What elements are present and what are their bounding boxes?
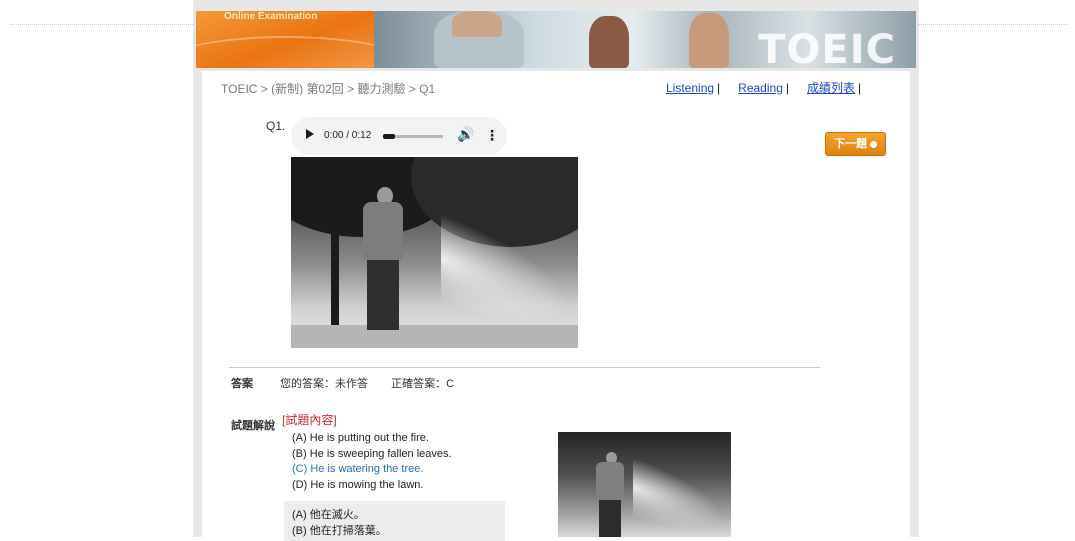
answer-row: 答案 您的答案：未作答 正確答案：C	[231, 375, 454, 391]
question-content-link[interactable]: [試題內容]	[282, 411, 337, 428]
next-question-label: 下一題	[834, 138, 867, 150]
arrow-right-icon	[870, 140, 877, 148]
breadcrumb: TOEIC > (新制) 第02回 > 聽力測驗 > Q1	[221, 82, 436, 96]
left-dotted-line	[10, 24, 193, 25]
option-c: (C) He is watering the tree.	[292, 463, 424, 475]
banner-person	[589, 16, 629, 68]
photo-ground	[291, 325, 578, 348]
toeic-logo: TOEIC	[758, 27, 896, 68]
play-icon[interactable]	[306, 129, 314, 139]
banner-title: Online Examination	[224, 11, 318, 22]
audio-time: 0:00 / 0:12	[324, 130, 372, 141]
page-container: Online Examination TOEIC TOEIC > (新制) 第0…	[193, 0, 919, 541]
your-answer: 您的答案：未作答	[280, 378, 369, 390]
top-nav: Listening | Reading | 成績列表 |	[666, 79, 861, 96]
photo-water-spray	[633, 457, 723, 537]
banner-swoosh	[196, 36, 374, 68]
volume-icon[interactable]: 🔊	[457, 126, 474, 143]
explanation-photo	[558, 432, 731, 537]
answer-options: (A) He is putting out the fire. (B) He i…	[292, 431, 452, 493]
translation-a: (A) 他在滅火。	[292, 509, 365, 521]
nav-separator: |	[785, 81, 789, 95]
question-number: Q1.	[266, 119, 286, 133]
section-divider	[229, 367, 820, 368]
banner-person-face	[452, 11, 502, 37]
nav-scores-link[interactable]: 成績列表	[807, 81, 855, 95]
answer-label: 答案	[231, 378, 253, 390]
header-banner: Online Examination TOEIC	[196, 11, 916, 68]
photo-man-legs	[367, 260, 399, 330]
next-question-button[interactable]: 下一題	[825, 132, 886, 156]
banner-orange-panel: Online Examination	[196, 11, 374, 68]
audio-seek-bar[interactable]	[383, 134, 443, 139]
option-b: (B) He is sweeping fallen leaves.	[292, 447, 452, 460]
photo-man-legs	[599, 500, 621, 537]
nav-separator: |	[858, 81, 862, 95]
exam-content: TOEIC > (新制) 第02回 > 聽力測驗 > Q1 Listening |…	[202, 71, 910, 541]
banner-person	[689, 13, 729, 68]
photo-man-body	[363, 202, 403, 262]
nav-reading-link[interactable]: Reading	[738, 81, 783, 95]
photo-tree-trunk	[331, 197, 339, 337]
right-dotted-line	[918, 24, 1068, 25]
explanation-label: 試題解說	[231, 420, 275, 432]
question-photo	[291, 157, 578, 348]
nav-separator: |	[717, 81, 721, 95]
audio-player: 0:00 / 0:12 🔊 ⋮	[291, 117, 507, 155]
option-d: (D) He is mowing the lawn.	[292, 478, 424, 491]
photo-man-body	[596, 462, 624, 502]
correct-answer: 正確答案：C	[391, 378, 455, 390]
more-options-icon[interactable]: ⋮	[485, 127, 499, 144]
nav-listening-link[interactable]: Listening	[666, 81, 714, 95]
option-a: (A) He is putting out the fire.	[292, 432, 429, 444]
audio-seek-thumb[interactable]	[383, 134, 395, 139]
translation-box: (A) 他在滅火。 (B) 他在打掃落葉。	[284, 501, 505, 541]
